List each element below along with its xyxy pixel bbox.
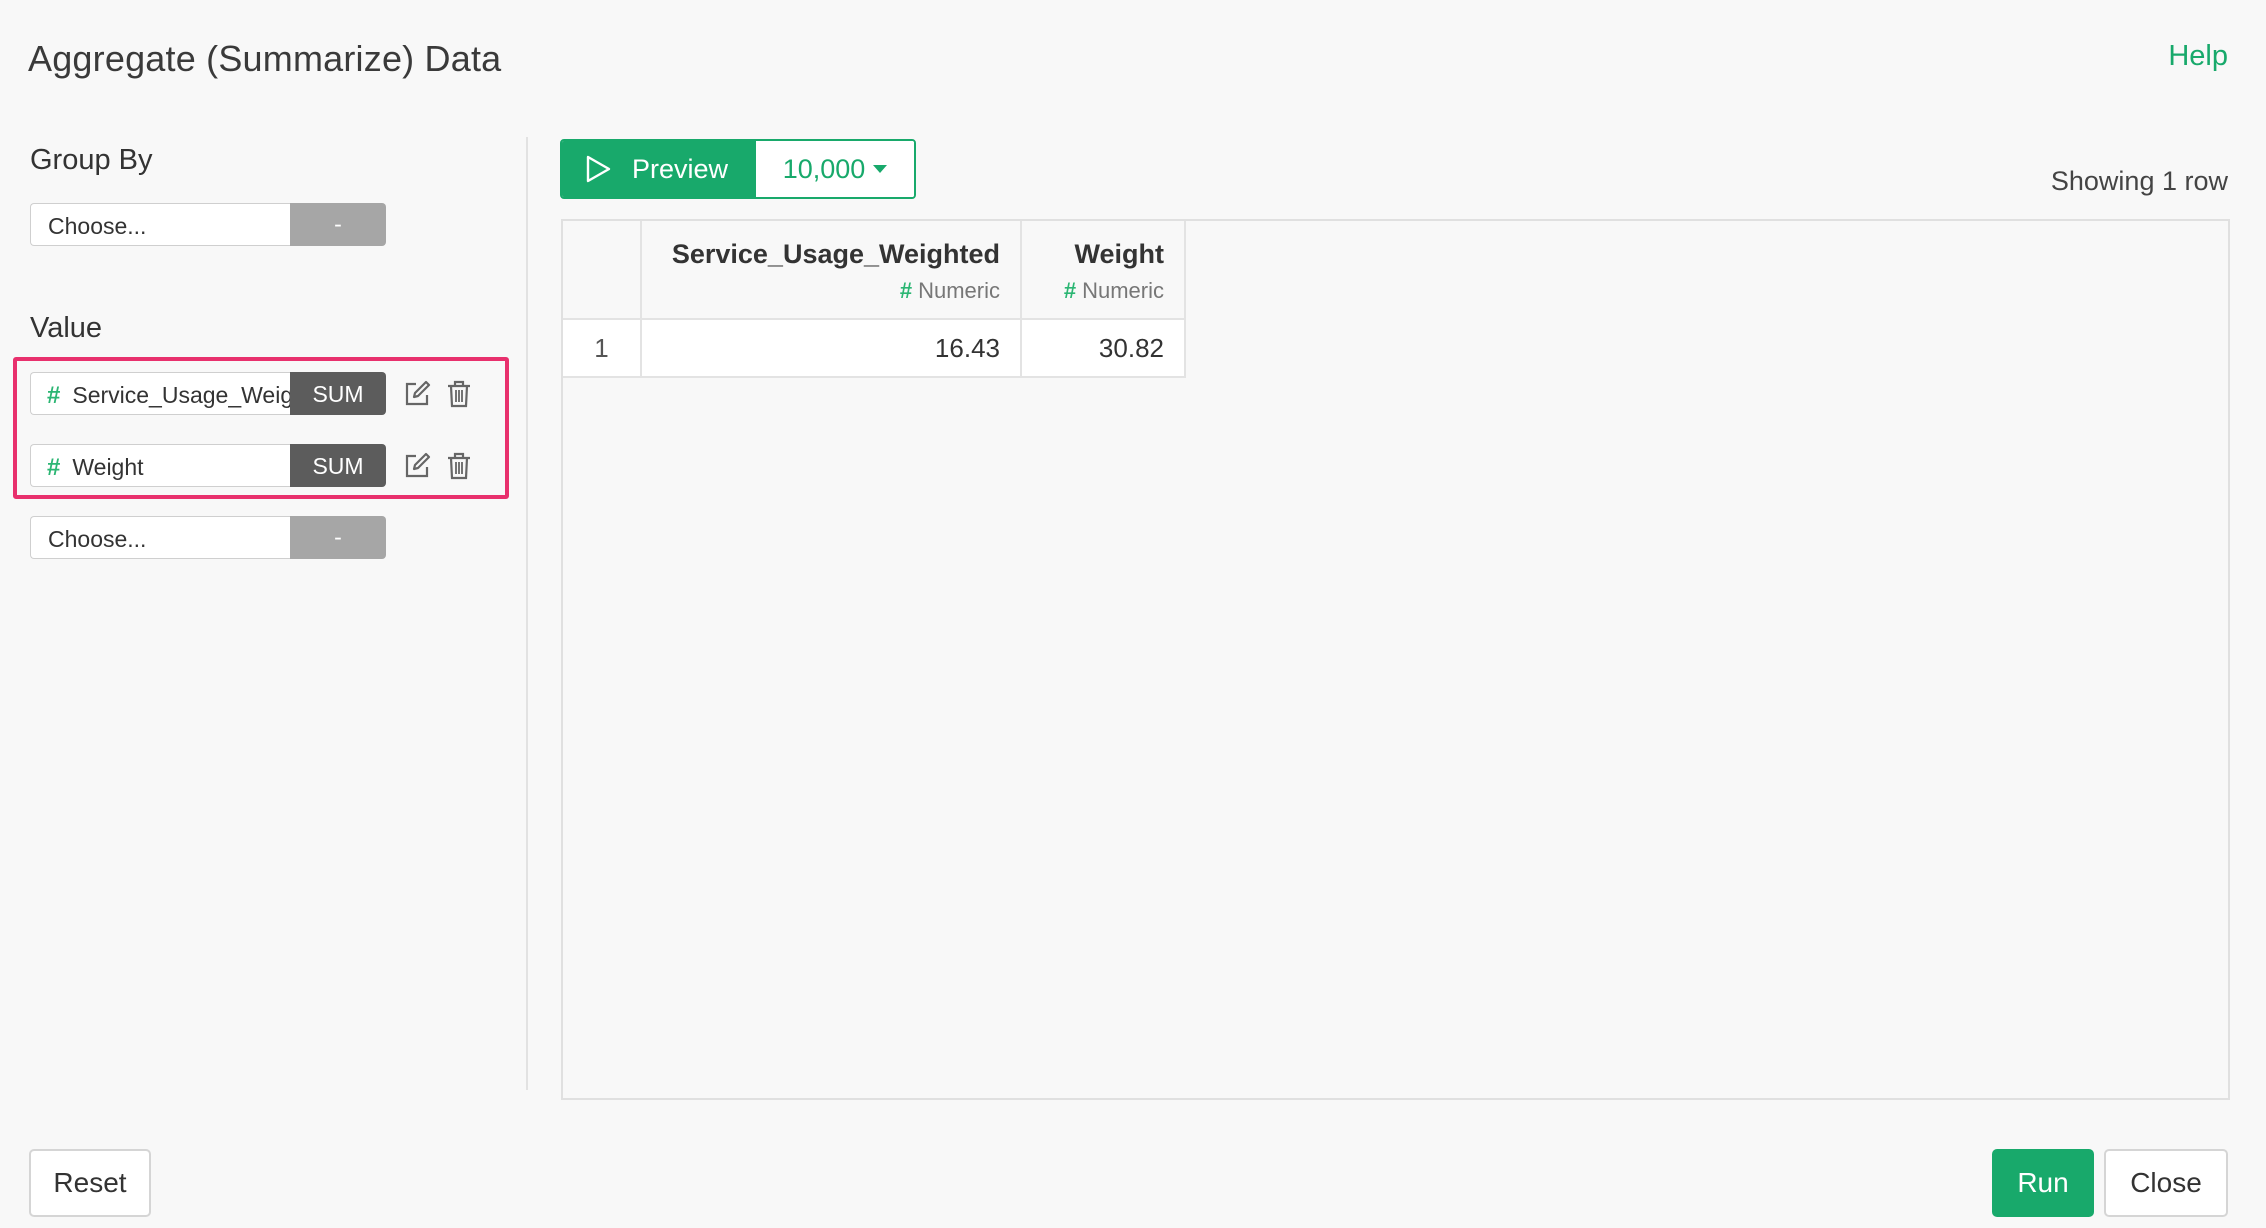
- table-cell: 30.82: [1021, 319, 1186, 378]
- preview-button[interactable]: Preview: [562, 141, 756, 197]
- row-index-header: [563, 221, 642, 320]
- value-function-button[interactable]: -: [290, 516, 386, 559]
- preview-control-group: Preview 10,000: [560, 139, 916, 199]
- group-by-label: Group By: [30, 144, 153, 176]
- group-by-selector: Choose... -: [30, 203, 386, 246]
- play-icon: [586, 155, 611, 183]
- reset-button[interactable]: Reset: [29, 1149, 151, 1217]
- group-by-column-select[interactable]: Choose...: [30, 203, 290, 246]
- table-row: 1 16.43 30.82: [563, 319, 1186, 378]
- row-limit-value: 10,000: [782, 153, 866, 184]
- chevron-down-icon: [873, 165, 888, 173]
- column-name: Service_Usage_Weighted: [671, 239, 1000, 269]
- numeric-type-icon: #: [1063, 278, 1077, 303]
- column-type: # Numeric: [1042, 278, 1164, 304]
- help-link[interactable]: Help: [2168, 40, 2228, 73]
- group-by-function-button[interactable]: -: [290, 203, 386, 246]
- close-button[interactable]: Close: [2104, 1149, 2228, 1217]
- dialog-title: Aggregate (Summarize) Data: [28, 38, 502, 79]
- preview-table-area[interactable]: Service_Usage_Weighted # Numeric Weight #…: [561, 219, 2230, 1100]
- row-index: 1: [563, 319, 642, 378]
- run-button[interactable]: Run: [1992, 1149, 2094, 1217]
- column-name: Weight: [1074, 239, 1165, 269]
- value-column-select[interactable]: Choose...: [30, 516, 290, 559]
- row-count-status: Showing 1 row: [2050, 166, 2228, 196]
- column-header[interactable]: Service_Usage_Weighted # Numeric: [641, 221, 1022, 320]
- value-rows-highlight: [13, 357, 509, 499]
- column-header[interactable]: Weight # Numeric: [1021, 221, 1186, 320]
- value-new-selector: Choose... -: [30, 516, 386, 559]
- numeric-type-icon: #: [899, 278, 913, 303]
- row-limit-dropdown[interactable]: 10,000: [756, 141, 914, 197]
- preview-button-label: Preview: [632, 153, 729, 184]
- table-header-row: Service_Usage_Weighted # Numeric Weight #…: [563, 221, 1186, 320]
- column-type-label: Numeric: [1082, 278, 1164, 303]
- column-type: # Numeric: [662, 278, 1000, 304]
- table-cell: 16.43: [641, 319, 1022, 378]
- panel-divider: [526, 137, 528, 1090]
- preview-table: Service_Usage_Weighted # Numeric Weight #…: [563, 221, 1186, 378]
- value-label: Value: [30, 312, 103, 344]
- column-type-label: Numeric: [918, 278, 1000, 303]
